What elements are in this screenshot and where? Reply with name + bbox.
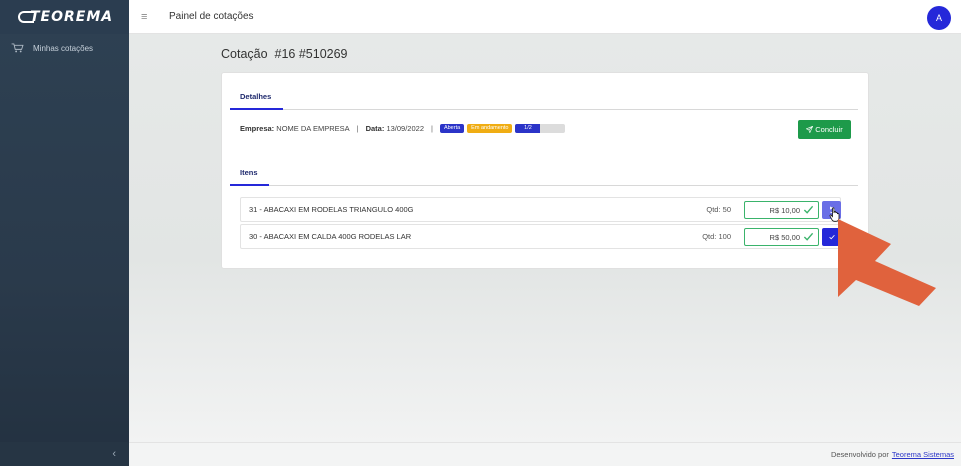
item-quantity: Qtd: 100 [702,232,731,241]
separator: | [431,124,433,133]
main-content: Cotação #16 #510269 Detalhes Empresa: NO… [129,34,961,442]
tab-itens[interactable]: Itens [240,168,258,177]
brand-name: TEOREMA [30,9,114,25]
progress-state-badge: Em andamento [467,124,513,133]
page-title: Cotação #16 #510269 [221,47,348,61]
item-name: 31 - ABACAXI EM RODELAS TRIANGULO 400G [249,205,414,214]
footer-text: Desenvolvido por [830,450,889,459]
status-badge: Aberta [439,124,465,133]
item-row: 31 - ABACAXI EM RODELAS TRIANGULO 400G Q… [240,197,841,222]
sidebar: TEOREMA Minhas cotações ‹ [0,0,129,466]
hamburger-menu-icon[interactable]: ≡ [141,11,155,23]
chevron-left-icon: ‹ [112,448,116,460]
topbar: ≡ Painel de cotações A [129,0,961,34]
tabs-divider [230,185,858,186]
cart-icon [11,43,24,53]
tab-detalhes-active-indicator [230,108,283,110]
empresa-value: NOME DA EMPRESA [276,124,350,133]
item-quantity: Qtd: 50 [706,205,731,214]
data-label: Data: [365,124,385,133]
brand-logo[interactable]: TEOREMA [0,0,129,34]
sidebar-item-label: Minhas cotações [33,43,94,53]
separator: | [356,124,359,133]
item-name: 30 - ABACAXI EM CALDA 400G RODELAS LAR [249,232,412,241]
annotation-arrow-icon [838,219,936,306]
price-input[interactable]: R$ 50,00 [744,228,819,246]
details-row: Empresa: NOME DA EMPRESA | Data: 13/09/2… [240,124,566,133]
price-value: R$ 10,00 [769,205,800,215]
send-icon [806,126,814,133]
empresa-label: Empresa: [240,124,275,133]
topbar-title: Painel de cotações [169,11,254,22]
progress-bar: 1/2 [515,124,566,133]
concluir-button[interactable]: Concluir [798,120,851,139]
tab-itens-active-indicator [230,184,269,186]
item-row: 30 - ABACAXI EM CALDA 400G RODELAS LAR Q… [240,224,841,249]
footer-link[interactable]: Teorema Sistemas [892,450,954,459]
footer: Desenvolvido por Teorema Sistemas [129,442,961,466]
data-value: 13/09/2022 [386,124,424,133]
check-icon [803,232,814,241]
price-value: R$ 50,00 [769,232,800,242]
tabs-divider [230,109,858,110]
concluir-label: Concluir [815,125,843,134]
check-icon [803,205,814,214]
price-input[interactable]: R$ 10,00 [744,201,819,219]
sidebar-collapse-button[interactable]: ‹ [0,442,129,466]
user-avatar[interactable]: A [927,6,951,30]
tab-detalhes[interactable]: Detalhes [240,92,271,101]
sidebar-item-minhas-cotacoes[interactable]: Minhas cotações [0,36,129,60]
progress-bar-fill: 1/2 [515,124,541,133]
avatar-letter: A [935,13,942,23]
quote-card: Detalhes Empresa: NOME DA EMPRESA | Data… [221,72,869,269]
check-icon [828,234,835,240]
